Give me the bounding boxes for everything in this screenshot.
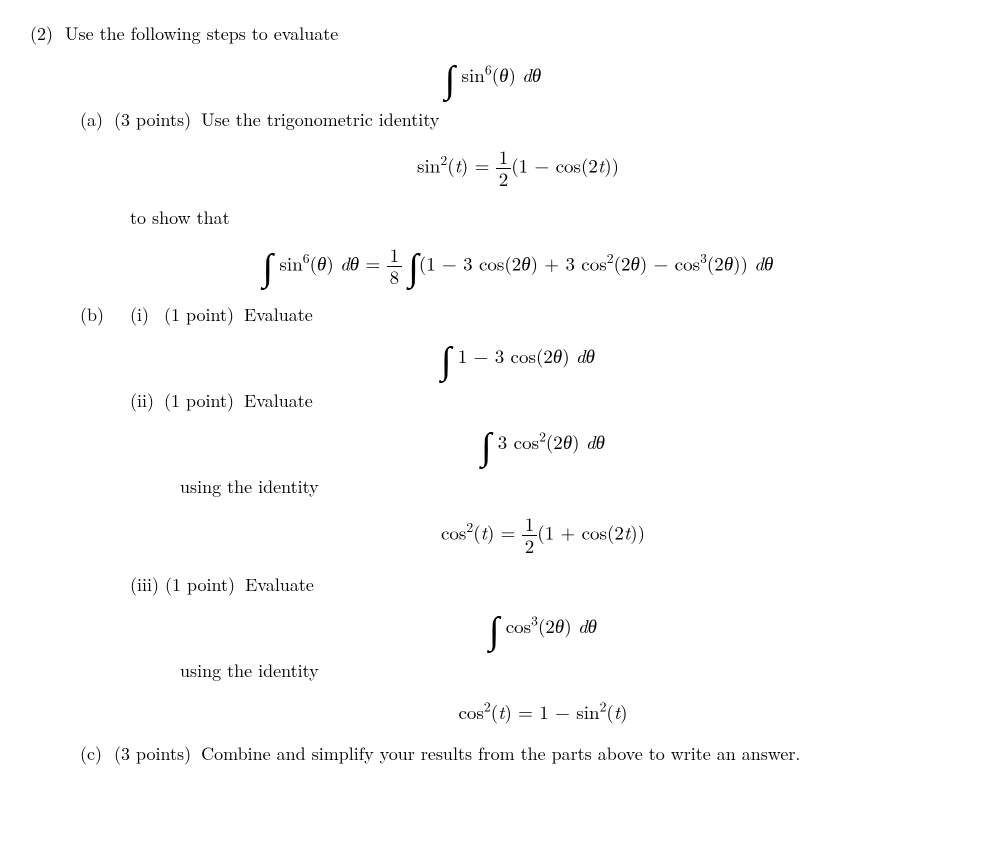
- part-a-text2: to show that: [130, 204, 956, 231]
- part-b-iii-points: (1 point): [165, 572, 235, 597]
- part-b-iii-using: using the identity: [180, 657, 956, 684]
- part-b-i-label: (i): [130, 301, 158, 328]
- part-b-iii-identity: cos2(t) = 1 − sin2(t): [130, 698, 956, 727]
- part-a: (a) (3 points) Use the trigonometric ide…: [80, 106, 956, 288]
- part-a-result: ∫ sin6(θ) dθ = 18 ∫(1 − 3 cos(2θ) + 3 co…: [80, 245, 956, 288]
- part-b-iii-text: Evaluate: [245, 572, 314, 597]
- part-b-i-points: (1 point): [164, 302, 234, 327]
- part-a-identity: sin2(t) = 12(1 − cos(2t)): [80, 147, 956, 190]
- part-b-ii: (ii) (1 point) Evaluate ∫ 3 cos2(2θ) dθ …: [130, 387, 956, 557]
- part-b-iii: (iii) (1 point) Evaluate ∫ cos3(2θ) dθ u…: [130, 571, 956, 726]
- problem-number: (2): [30, 20, 53, 47]
- part-c-points: (3 points): [114, 741, 191, 766]
- part-b-iii-label: (iii): [130, 571, 159, 598]
- part-a-text1: Use the trigonometric identity: [201, 107, 439, 132]
- part-b: (b) (i) (1 point) Evaluate ∫ 1 − 3 cos(2…: [80, 301, 956, 726]
- part-b-label: (b): [80, 301, 108, 328]
- part-c-text: Combine and simplify your results from t…: [201, 741, 800, 766]
- part-b-ii-integral: ∫ 3 cos2(2θ) dθ: [130, 428, 956, 459]
- part-b-ii-identity: cos2(t) = 12(1 + cos(2t)): [130, 514, 956, 557]
- part-a-label: (a): [80, 106, 108, 133]
- part-b-ii-using: using the identity: [180, 473, 956, 500]
- part-b-ii-text: Evaluate: [244, 388, 313, 413]
- part-a-points: (3 points): [114, 107, 191, 132]
- part-b-ii-points: (1 point): [164, 388, 234, 413]
- part-b-iii-integral: ∫ cos3(2θ) dθ: [130, 612, 956, 643]
- main-integral: ∫ sin6(θ) dθ: [30, 61, 956, 92]
- problem-root: (2) Use the following steps to evaluate …: [30, 20, 956, 767]
- part-c-label: (c): [80, 740, 108, 767]
- part-b-ii-label: (ii): [130, 387, 158, 414]
- part-b-i-integral: ∫ 1 − 3 cos(2θ) dθ: [80, 342, 956, 373]
- part-b-i-text: Evaluate: [244, 302, 313, 327]
- part-c: (c) (3 points) Combine and simplify your…: [80, 740, 956, 767]
- problem-intro: Use the following steps to evaluate: [65, 21, 338, 46]
